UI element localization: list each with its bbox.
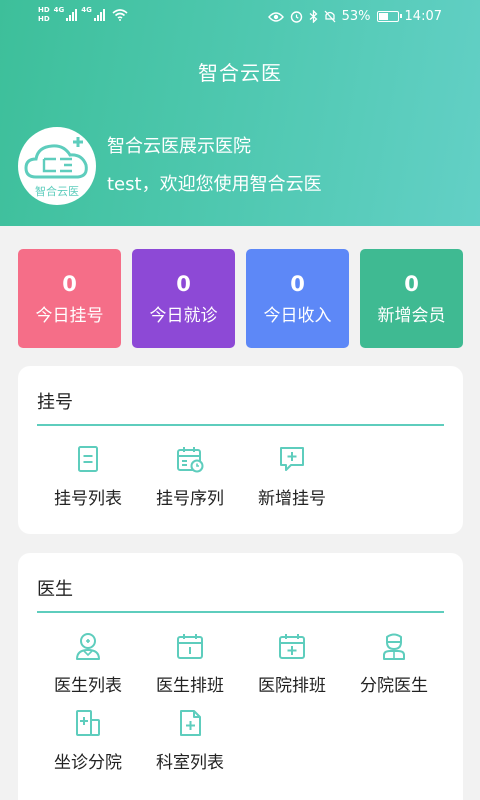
calendar-clock-icon	[177, 447, 204, 473]
wifi-icon	[112, 9, 128, 21]
page-title: 智合云医	[198, 61, 282, 85]
stat-label: 新增会员	[377, 306, 446, 326]
cloud-logo-icon: 智合云医	[24, 137, 88, 198]
logo-text: 智合云医	[35, 184, 79, 198]
branch-doctors-button[interactable]: 分院医生	[343, 631, 445, 696]
doctor-card: 医生 医生列表 医生排班 医院排班 分院医生 坐诊分院 科室列表	[18, 553, 463, 800]
signal-1-icon	[66, 9, 78, 21]
stat-today-visits[interactable]: 0 今日就诊	[132, 249, 235, 348]
alarm-icon	[290, 11, 302, 23]
file-plus-icon	[180, 710, 201, 736]
grid-item-label: 医生列表	[54, 676, 122, 696]
clock: 14:07	[404, 9, 442, 24]
calendar-plus-icon	[279, 634, 305, 659]
battery-icon	[376, 11, 402, 22]
department-list-button[interactable]: 科室列表	[139, 708, 241, 773]
status-icons: 53% 14:07	[267, 9, 442, 24]
grid-item-label: 挂号序列	[156, 489, 224, 509]
registration-list-button[interactable]: 挂号列表	[37, 444, 139, 509]
doctor-section-title: 医生	[37, 579, 73, 600]
clinic-branch-button[interactable]: 坐诊分院	[37, 708, 139, 773]
stat-today-income[interactable]: 0 今日收入	[246, 249, 349, 348]
header: HD HD 4G 4G 53% 14:07 智合云医 智合云医 智合云医展示医院…	[0, 0, 480, 226]
calendar-icon	[177, 634, 203, 659]
grid-item-label: 挂号列表	[54, 489, 122, 509]
stat-value: 0	[404, 272, 419, 296]
mute-icon	[324, 10, 336, 23]
add-registration-button[interactable]: 新增挂号	[241, 444, 343, 509]
grid-item-label: 新增挂号	[258, 489, 326, 509]
status-bar: HD HD 4G 4G 53% 14:07	[0, 0, 480, 36]
stat-label: 今日就诊	[149, 306, 218, 326]
doctor-list-button[interactable]: 医生列表	[37, 631, 139, 696]
signal-indicators: HD HD 4G 4G	[38, 6, 128, 24]
registration-section-title: 挂号	[37, 392, 73, 413]
doctor-schedule-button[interactable]: 医生排班	[139, 631, 241, 696]
network-type-label: 4G	[81, 6, 92, 14]
grid-item-label: 坐诊分院	[54, 753, 122, 773]
stat-value: 0	[290, 272, 305, 296]
hospital-name: 智合云医展示医院	[107, 136, 251, 157]
grid-item-label: 分院医生	[360, 676, 428, 696]
stat-value: 0	[62, 272, 77, 296]
registration-sequence-button[interactable]: 挂号序列	[139, 444, 241, 509]
stat-new-members[interactable]: 0 新增会员	[360, 249, 463, 348]
registration-card: 挂号 挂号列表 挂号序列 新增挂号	[18, 366, 463, 534]
stat-today-registrations[interactable]: 0 今日挂号	[18, 249, 121, 348]
divider	[37, 424, 444, 426]
divider	[37, 611, 444, 613]
hd-indicator: HD HD	[38, 6, 50, 23]
signal-2-icon	[93, 9, 105, 21]
doctor-icon	[76, 633, 100, 660]
network-type-label: 4G	[53, 6, 65, 14]
grid-item-label: 医院排班	[258, 676, 326, 696]
hospital-schedule-button[interactable]: 医院排班	[241, 631, 343, 696]
building-plus-icon	[76, 710, 100, 736]
bluetooth-icon	[309, 10, 318, 23]
stat-label: 今日收入	[263, 306, 332, 326]
stat-value: 0	[176, 272, 191, 296]
welcome-text: test，欢迎您使用智合云医	[107, 174, 322, 195]
hospital-logo[interactable]: 智合云医	[18, 127, 96, 205]
document-list-icon	[78, 446, 98, 472]
grid-item-label: 医生排班	[156, 676, 224, 696]
stat-label: 今日挂号	[35, 306, 104, 326]
battery-percent: 53%	[341, 9, 371, 24]
chat-add-icon	[280, 447, 304, 471]
grid-item-label: 科室列表	[156, 753, 224, 773]
nurse-icon	[383, 633, 405, 660]
stats-row: 0 今日挂号 0 今日就诊 0 今日收入 0 新增会员	[18, 249, 463, 348]
eye-icon	[267, 11, 284, 22]
